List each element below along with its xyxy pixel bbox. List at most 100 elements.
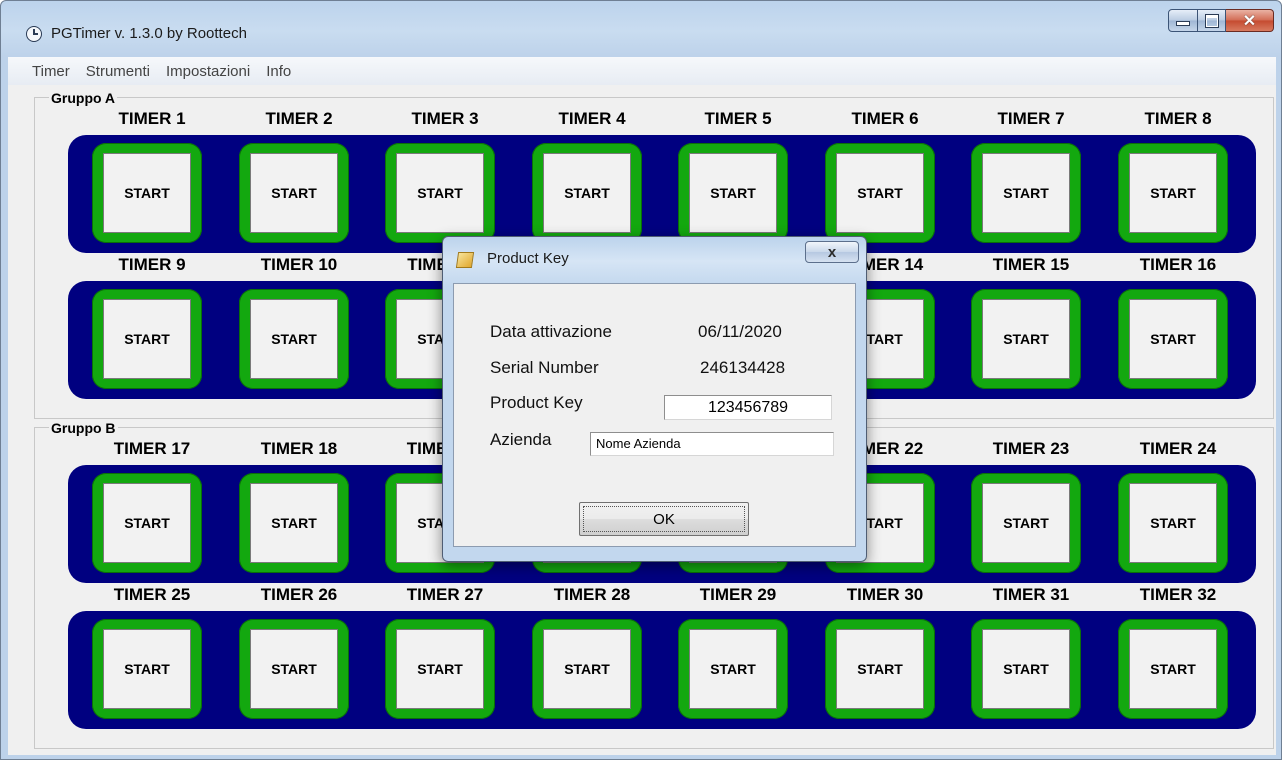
group-b-label: Gruppo B [49, 420, 118, 436]
menu-bar: Timer Strumenti Impostazioni Info [8, 57, 1276, 85]
start-button[interactable]: START [1129, 483, 1217, 563]
timer-label-row: TIMER 1 TIMER 2 TIMER 3 TIMER 4 TIMER 5 TIMER… [61, 109, 1261, 131]
serial-value: 246134428 [700, 358, 786, 377]
company-label: Azienda [490, 430, 552, 449]
timer-label: TIMER 25 [113, 585, 191, 604]
timer-tile: START [971, 473, 1081, 573]
start-button[interactable]: START [103, 629, 191, 709]
start-button[interactable]: START [250, 299, 338, 379]
window-title: PGTimer v. 1.3.0 by Roottech [51, 25, 247, 42]
timer-label: TIMER 27 [406, 585, 484, 604]
start-button[interactable]: START [836, 153, 924, 233]
product-key-label: Product Key [490, 393, 583, 412]
start-button[interactable]: START [1129, 299, 1217, 379]
caption-buttons: ✕ [1168, 9, 1274, 34]
timer-tile: START [239, 619, 349, 719]
group-a-label: Gruppo A [49, 90, 118, 106]
start-button[interactable]: START [103, 153, 191, 233]
timer-label: TIMER 1 [118, 109, 186, 128]
timer-label: TIMER 5 [704, 109, 772, 128]
start-button[interactable]: START [982, 153, 1070, 233]
timer-label: TIMER 10 [260, 255, 338, 274]
timer-label: TIMER 32 [1139, 585, 1217, 604]
start-button[interactable]: START [250, 629, 338, 709]
timer-label: TIMER 16 [1139, 255, 1217, 274]
timer-tile: START [825, 619, 935, 719]
maximize-button[interactable] [1198, 9, 1226, 32]
timer-label: TIMER 7 [997, 109, 1065, 128]
timer-label: TIMER 18 [260, 439, 338, 458]
start-button[interactable]: START [982, 299, 1070, 379]
timer-tile: START [678, 143, 788, 243]
start-button[interactable]: START [543, 153, 631, 233]
timer-tile: START [92, 143, 202, 243]
menu-timer[interactable]: Timer [8, 63, 78, 80]
close-button[interactable]: ✕ [1226, 9, 1274, 32]
start-button[interactable]: START [689, 629, 777, 709]
ok-button[interactable]: OK [579, 502, 749, 536]
timer-tile: START [971, 619, 1081, 719]
dialog-close-button[interactable]: x [805, 241, 859, 263]
timer-label: TIMER 31 [992, 585, 1070, 604]
start-button[interactable]: START [689, 153, 777, 233]
timer-label: TIMER 29 [699, 585, 777, 604]
timer-tile: START [678, 619, 788, 719]
maximize-icon [1204, 13, 1219, 28]
product-key-field[interactable]: 123456789 [664, 395, 832, 420]
timer-label: TIMER 3 [411, 109, 479, 128]
timer-tile: START [92, 289, 202, 389]
menu-impostazioni[interactable]: Impostazioni [158, 63, 258, 80]
timer-tile: START [532, 619, 642, 719]
clock-icon [26, 26, 42, 42]
start-button[interactable]: START [836, 629, 924, 709]
start-button[interactable]: START [396, 153, 484, 233]
dialog-title: Product Key [487, 250, 569, 267]
product-key-dialog: Product Key x Data attivazione 06/11/202… [442, 236, 867, 562]
timer-tile: START [385, 143, 495, 243]
activation-label: Data attivazione [490, 322, 612, 341]
timer-tile: START [1118, 143, 1228, 243]
timer-label: TIMER 26 [260, 585, 338, 604]
menu-strumenti[interactable]: Strumenti [78, 63, 158, 80]
close-icon: x [827, 243, 837, 261]
timer-label: TIMER 4 [558, 109, 626, 128]
timer-label: TIMER 28 [553, 585, 631, 604]
menu-info[interactable]: Info [258, 63, 299, 80]
timer-tile: START [532, 143, 642, 243]
start-button[interactable]: START [1129, 153, 1217, 233]
minimize-icon [1176, 21, 1190, 26]
close-icon: ✕ [1242, 12, 1257, 30]
start-button[interactable]: START [396, 629, 484, 709]
start-button[interactable]: START [982, 483, 1070, 563]
timer-tile: START [239, 143, 349, 243]
start-button[interactable]: START [103, 483, 191, 563]
company-field[interactable]: Nome Azienda [590, 432, 834, 456]
timer-tile: START [1118, 289, 1228, 389]
timer-tile: START [239, 473, 349, 573]
start-button[interactable]: START [1129, 629, 1217, 709]
start-button[interactable]: START [982, 629, 1070, 709]
start-button[interactable]: START [250, 153, 338, 233]
start-button[interactable]: START [543, 629, 631, 709]
timer-label: TIMER 2 [265, 109, 333, 128]
timer-tile: START [825, 143, 935, 243]
timer-tile: START [971, 143, 1081, 243]
timer-label: TIMER 17 [113, 439, 191, 458]
title-bar[interactable]: PGTimer v. 1.3.0 by Roottech ✕ [1, 1, 1281, 57]
timer-label: TIMER 23 [992, 439, 1070, 458]
activation-value: 06/11/2020 [698, 322, 782, 341]
start-button[interactable]: START [103, 299, 191, 379]
timer-label: TIMER 30 [846, 585, 924, 604]
start-button[interactable]: START [250, 483, 338, 563]
timer-label: TIMER 8 [1144, 109, 1212, 128]
timer-label: TIMER 24 [1139, 439, 1217, 458]
timer-tile: START [92, 619, 202, 719]
timer-tile: START [92, 473, 202, 573]
key-icon [455, 252, 475, 268]
timer-tile: START [971, 289, 1081, 389]
timer-label: TIMER 9 [118, 255, 186, 274]
timer-tile: START [1118, 619, 1228, 719]
minimize-button[interactable] [1168, 9, 1198, 32]
timer-label: TIMER 15 [992, 255, 1070, 274]
serial-label: Serial Number [490, 358, 599, 377]
